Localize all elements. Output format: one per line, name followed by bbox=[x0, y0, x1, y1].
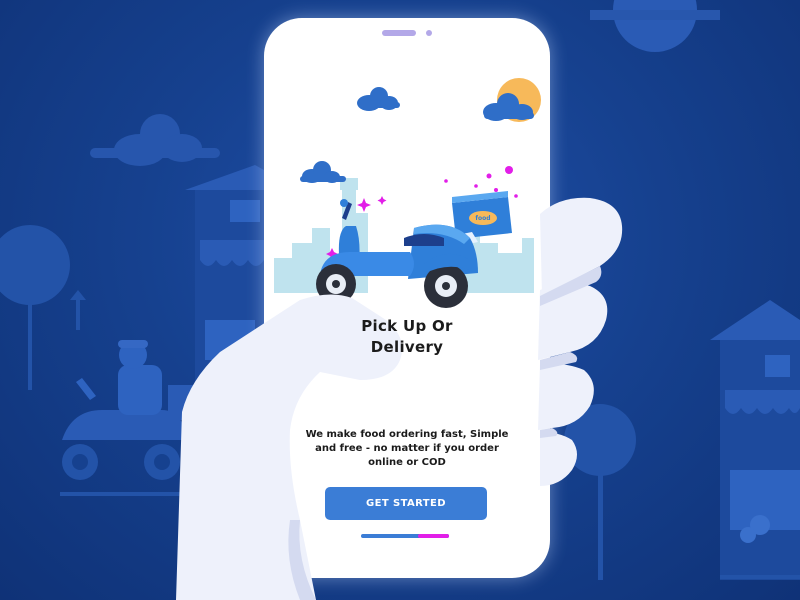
page-description: We make food ordering fast, Simple and f… bbox=[298, 428, 516, 470]
hand-finger-4 bbox=[540, 432, 577, 486]
title-line-1: Pick Up Or bbox=[361, 317, 453, 335]
hand-finger-3 bbox=[538, 363, 594, 430]
title-line-2: Delivery bbox=[370, 338, 444, 356]
onboarding-progress bbox=[361, 534, 449, 538]
get-started-button[interactable]: GET STARTED bbox=[325, 487, 487, 520]
description-line-1: We make food ordering fast, Simple bbox=[305, 429, 509, 440]
description-line-3: online or COD bbox=[368, 457, 446, 468]
page-title: Pick Up Or Delivery bbox=[264, 316, 550, 358]
onboarding-progress-fill bbox=[418, 534, 449, 538]
onboarding-scene: food Pick Up Or Delivery We make food or… bbox=[0, 0, 800, 600]
description-line-2: and free - no matter if you order bbox=[315, 443, 499, 454]
